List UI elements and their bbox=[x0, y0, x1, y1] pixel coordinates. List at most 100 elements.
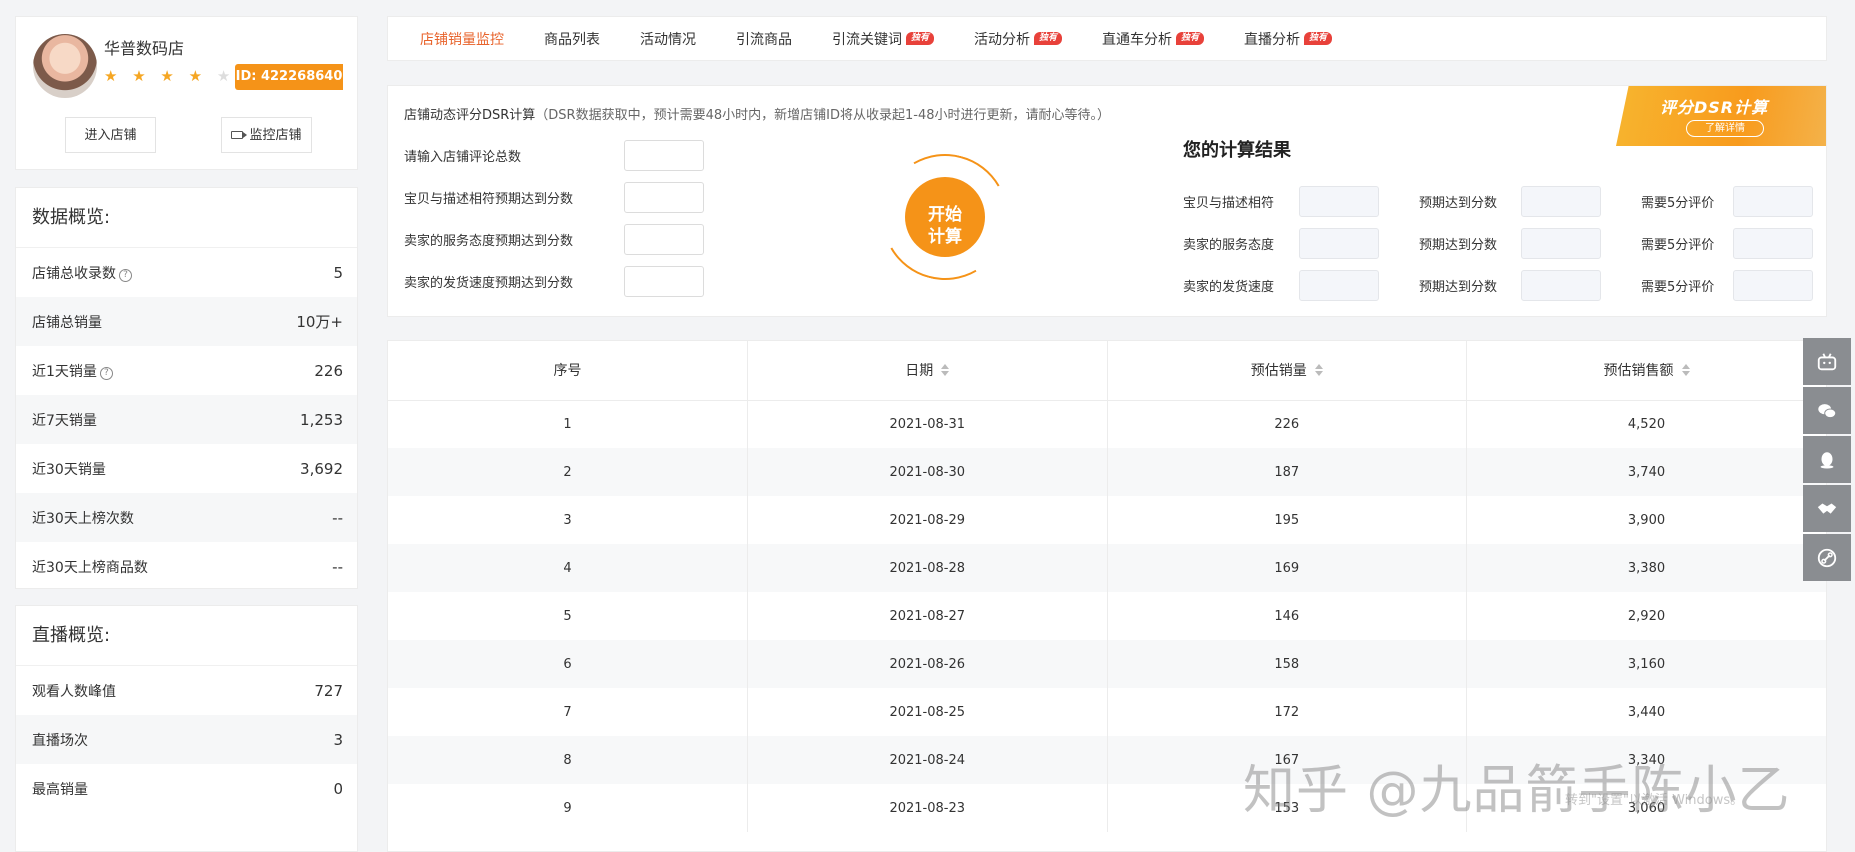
stat-value: 10万+ bbox=[296, 313, 343, 331]
qq-icon[interactable] bbox=[1803, 436, 1851, 483]
cell-sales: 146 bbox=[1107, 592, 1467, 640]
tab-traffic-keywords[interactable]: 引流关键词 独有 bbox=[832, 29, 935, 49]
result-label: 宝贝与描述相符 bbox=[1183, 196, 1275, 211]
bilibili-icon[interactable] bbox=[1803, 338, 1851, 385]
live-list: 观看人数峰值 727 直播场次 3 最高销量 0 bbox=[16, 666, 357, 813]
overview-title: 数据概览: bbox=[16, 188, 357, 248]
stat-label: 店铺总收录数 bbox=[32, 265, 116, 282]
col-header-index: 序号 bbox=[388, 341, 748, 401]
description-score-input[interactable] bbox=[624, 182, 704, 213]
stat-value: 226 bbox=[314, 361, 343, 380]
shipping-score-input[interactable] bbox=[624, 266, 704, 297]
result-box bbox=[1299, 228, 1379, 259]
stat-label: 直播场次 bbox=[32, 732, 88, 749]
result-label: 卖家的服务态度 bbox=[1183, 238, 1275, 253]
monitor-store-button[interactable]: 监控店铺 bbox=[221, 117, 312, 153]
promo-details-button[interactable]: 了解详情 bbox=[1686, 120, 1764, 137]
cell-sales: 158 bbox=[1107, 640, 1467, 688]
tab-label: 直播分析 bbox=[1244, 31, 1301, 48]
cell-sales: 226 bbox=[1107, 400, 1467, 448]
sort-icon[interactable] bbox=[1314, 364, 1323, 377]
cell-date: 2021-08-23 bbox=[747, 784, 1108, 832]
tab-live-analysis[interactable]: 直播分析 独有 bbox=[1244, 29, 1333, 49]
table-header-row: 序号 日期 预估销量 预估销售额 bbox=[388, 341, 1826, 401]
stat-label: 最高销量 bbox=[32, 781, 88, 798]
cell-index: 2 bbox=[388, 448, 748, 496]
tab-label: 引流关键词 bbox=[832, 31, 902, 48]
stat-value: 3 bbox=[333, 730, 343, 749]
result-title: 您的计算结果 bbox=[1183, 140, 1291, 161]
input-label: 请输入店铺评论总数 bbox=[404, 150, 522, 165]
wechat-icon[interactable] bbox=[1803, 387, 1851, 434]
result-box bbox=[1521, 186, 1601, 217]
cell-revenue: 3,740 bbox=[1466, 448, 1826, 496]
link-icon[interactable] bbox=[1803, 534, 1851, 581]
result-row: 卖家的服务态度 预期达到分数 需要5分评价 bbox=[1183, 228, 1813, 259]
cell-index: 1 bbox=[388, 400, 748, 448]
tab-sales-monitor[interactable]: 店铺销量监控 bbox=[420, 29, 504, 49]
enter-store-button[interactable]: 进入店铺 bbox=[65, 117, 156, 153]
need-label: 需要5分评价 bbox=[1641, 238, 1715, 253]
tab-bar: 店铺销量监控 商品列表 活动情况 引流商品 引流关键词 独有 活动分析 独有 直通车… bbox=[387, 16, 1827, 61]
monitor-store-label: 监控店铺 bbox=[249, 127, 302, 142]
stat-value: 3,692 bbox=[300, 459, 343, 478]
tab-traffic-products[interactable]: 引流商品 bbox=[736, 29, 792, 49]
tab-label: 引流商品 bbox=[736, 31, 792, 48]
start-calculate-button[interactable]: 开始 计算 bbox=[905, 177, 985, 257]
stat-value: 5 bbox=[333, 263, 343, 282]
table-row: 4 2021-08-28 169 3,380 bbox=[388, 544, 1826, 592]
col-header-sales[interactable]: 预估销量 bbox=[1107, 341, 1467, 401]
review-count-input[interactable] bbox=[624, 140, 704, 171]
cell-date: 2021-08-28 bbox=[747, 544, 1108, 592]
expect-label: 预期达到分数 bbox=[1419, 280, 1498, 295]
sort-icon[interactable] bbox=[1681, 364, 1690, 377]
windows-activation-hint: 转到"设置"以激活 Windows。 bbox=[1565, 793, 1744, 808]
handshake-icon[interactable] bbox=[1803, 485, 1851, 532]
stat-value: 0 bbox=[333, 779, 343, 798]
stat-row: 近30天销量 3,692 bbox=[16, 444, 357, 493]
star-filled-icon: ★ ★ ★ ★ bbox=[104, 67, 208, 85]
cell-revenue: 2,920 bbox=[1627, 608, 1666, 624]
avatar bbox=[33, 34, 97, 98]
service-score-input[interactable] bbox=[624, 224, 704, 255]
stat-row: 最高销量 0 bbox=[16, 764, 357, 813]
input-label: 宝贝与描述相符预期达到分数 bbox=[404, 192, 574, 207]
cell-revenue: 3,380 bbox=[1466, 544, 1826, 592]
tab-label: 直通车分析 bbox=[1102, 31, 1173, 48]
header-label: 序号 bbox=[553, 363, 582, 380]
result-row: 宝贝与描述相符 预期达到分数 需要5分评价 bbox=[1183, 186, 1813, 217]
result-box bbox=[1299, 186, 1379, 217]
dsr-note: （DSR数据获取中，预计需要48小时内，新增店铺ID将从收录起1-48小时进行更… bbox=[535, 108, 1110, 123]
tab-product-list[interactable]: 商品列表 bbox=[544, 29, 600, 49]
tab-label: 活动情况 bbox=[640, 31, 696, 48]
exclusive-tag: 独有 bbox=[1034, 31, 1063, 45]
help-icon[interactable]: ? bbox=[119, 268, 132, 282]
table-row: 3 2021-08-29 195 3,900 bbox=[388, 496, 1826, 544]
promo-title: 评分DSR计算 bbox=[1660, 98, 1769, 117]
dsr-promo-banner[interactable]: 评分DSR计算 了解详情 bbox=[1616, 86, 1826, 146]
dsr-input-row: 卖家的发货速度预期达到分数 bbox=[404, 266, 704, 297]
tab-label: 商品列表 bbox=[544, 31, 600, 48]
expect-label: 预期达到分数 bbox=[1419, 196, 1498, 211]
cell-sales: 195 bbox=[1107, 496, 1467, 544]
handshake-glyph bbox=[1817, 503, 1837, 514]
tab-ad-analysis[interactable]: 直通车分析 独有 bbox=[1102, 29, 1205, 49]
help-icon[interactable]: ? bbox=[99, 366, 113, 380]
cell-index: 9 bbox=[388, 784, 748, 832]
stat-row: 近1天销量? 226 bbox=[16, 346, 357, 395]
col-header-revenue[interactable]: 预估销售额 bbox=[1466, 341, 1826, 401]
stat-row: 近7天销量 1,253 bbox=[16, 395, 357, 444]
tab-activity[interactable]: 活动情况 bbox=[640, 29, 696, 49]
tab-activity-analysis[interactable]: 活动分析 独有 bbox=[974, 29, 1063, 49]
cell-date: 2021-08-30 bbox=[747, 448, 1108, 496]
link-glyph bbox=[1817, 548, 1837, 567]
sort-icon[interactable] bbox=[941, 364, 950, 377]
exclusive-tag: 独有 bbox=[1304, 31, 1333, 45]
overview-list: 店铺总收录数? 5 店铺总销量 10万+ 近1天销量? 226 近7天销量 1,253 … bbox=[16, 248, 357, 591]
header-label: 日期 bbox=[905, 363, 934, 380]
tab-label: 活动分析 bbox=[974, 31, 1031, 48]
stat-value: 1,253 bbox=[300, 410, 343, 429]
header-label: 预估销量 bbox=[1250, 363, 1307, 380]
stat-row: 店铺总收录数? 5 bbox=[16, 248, 357, 297]
col-header-date[interactable]: 日期 bbox=[747, 341, 1108, 401]
